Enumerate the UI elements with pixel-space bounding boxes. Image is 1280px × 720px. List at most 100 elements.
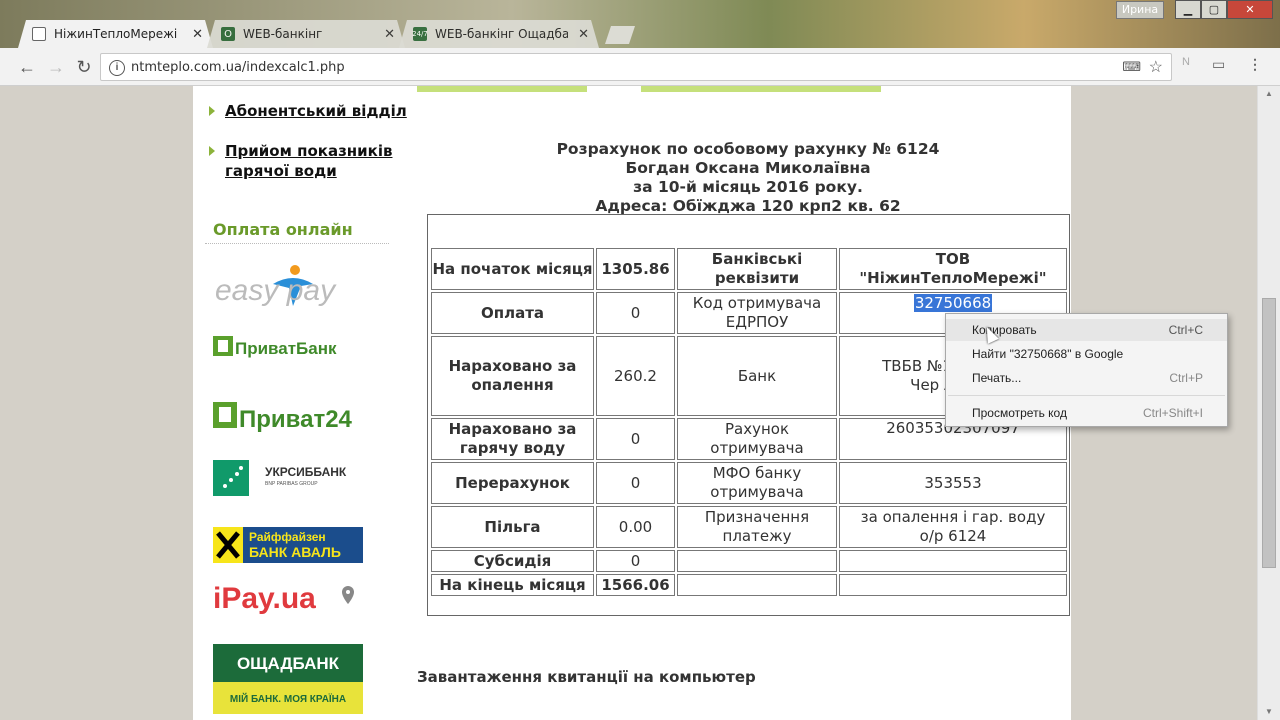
- easypay-text: easy pay: [215, 274, 337, 307]
- tab-nizhynteplomerezhi[interactable]: НіжинТеплоМережі ✕: [18, 20, 213, 48]
- close-window-button[interactable]: ✕: [1227, 0, 1273, 19]
- bank-aval-text: БАНК АВАЛЬ: [249, 544, 341, 560]
- online-payment-title: Оплата онлайн: [213, 220, 353, 239]
- row-label: На кінець місяця: [431, 574, 594, 596]
- ipay-logo[interactable]: iPay.ua: [213, 578, 363, 618]
- menu-item-hot-water-readings[interactable]: Прийом показників гарячої води: [207, 141, 397, 181]
- row-label: Оплата: [431, 292, 594, 334]
- info-icon[interactable]: i: [109, 60, 125, 76]
- bank-value: ТОВ "НіжинТеплоМережі": [839, 248, 1067, 290]
- close-tab-icon[interactable]: ✕: [192, 27, 203, 42]
- scroll-up-icon[interactable]: ▲: [1258, 86, 1280, 102]
- row-value: 1305.86: [596, 248, 675, 290]
- tab-web-banking-oschadbank[interactable]: 24/7 WEB-банкінг Ощадбанк ✕: [399, 20, 599, 48]
- reload-icon[interactable]: ↻: [73, 56, 95, 78]
- privatbank-logo[interactable]: ПриватБанк: [213, 334, 363, 358]
- row-value: 1566.06: [596, 574, 675, 596]
- ukrsibbank-text: УКРСИББАНК: [265, 465, 347, 479]
- summary-period: за 10-й місяць 2016 року.: [633, 178, 863, 196]
- table-row: Пільга 0.00 Призначення платежу за опале…: [431, 506, 1067, 548]
- table-row: На початок місяця 1305.86 Банківські рек…: [431, 248, 1067, 290]
- edrpou-code-selected[interactable]: 32750668: [913, 294, 993, 312]
- row-value: 0: [596, 292, 675, 334]
- summary-name: Богдан Оксана Миколаївна: [625, 159, 871, 177]
- menu-item-shortcut: Ctrl+P: [1169, 371, 1203, 385]
- menu-item-label: Прийом показників гарячої води: [225, 142, 393, 180]
- new-tab-button[interactable]: [605, 26, 635, 44]
- ipay-text: iPay.ua: [213, 582, 316, 615]
- row-value: 260.2: [596, 336, 675, 416]
- bank-value: за опалення і гар. воду о/р 6124: [839, 506, 1067, 548]
- account-summary: Розрахунок по особовому рахунку № 6124 Б…: [423, 140, 1073, 216]
- scrollbar-thumb[interactable]: [1262, 298, 1276, 568]
- menu-item-label: Абонентський відділ: [225, 102, 407, 120]
- context-search-google[interactable]: Найти "32750668" в Google: [946, 343, 1227, 365]
- scroll-down-icon[interactable]: ▼: [1258, 704, 1280, 720]
- menu-item-label: Найти "32750668" в Google: [972, 347, 1124, 361]
- raiffeisen-text: Райффайзен: [249, 530, 326, 544]
- context-print[interactable]: Печать... Ctrl+P: [946, 367, 1227, 389]
- url-text: ntmteplo.com.ua/indexcalc1.php: [131, 60, 345, 75]
- cast-icon[interactable]: ▭: [1212, 56, 1225, 73]
- tab-label: WEB-банкінг Ощадбанк: [435, 27, 569, 41]
- bank-label: Банк: [677, 336, 837, 416]
- tab-label: WEB-банкінг: [243, 27, 323, 41]
- forward-icon[interactable]: →: [45, 56, 67, 78]
- maximize-button[interactable]: ▢: [1201, 0, 1227, 19]
- download-receipt-link[interactable]: Завантаження квитанції на компьютер: [417, 668, 756, 686]
- menu-icon[interactable]: ⋮: [1248, 56, 1262, 73]
- oschadbank-logo[interactable]: ОЩАДБАНК МІЙ БАНК. МОЯ КРАЇНА: [213, 644, 363, 714]
- menu-item-label: Печать...: [972, 371, 1022, 385]
- easypay-logo[interactable]: easy pay: [213, 262, 363, 310]
- table-row: На кінець місяця 1566.06: [431, 574, 1067, 596]
- row-label: Нараховано за опалення: [431, 336, 594, 416]
- profile-button[interactable]: Ирина: [1116, 1, 1164, 19]
- table-row: Перерахунок 0 МФО банку отримувача 35355…: [431, 462, 1067, 504]
- bank-label: Рахунок отримувача: [677, 418, 837, 460]
- bank-label: МФО банку отримувача: [677, 462, 837, 504]
- privat24-logo[interactable]: Приват24: [213, 400, 365, 433]
- nav-bar-fragment: [641, 86, 881, 92]
- tab-web-banking[interactable]: O WEB-банкінг ✕: [207, 20, 405, 48]
- close-tab-icon[interactable]: ✕: [578, 27, 589, 42]
- bank-label: Код отримувача ЕДРПОУ: [677, 292, 837, 334]
- oschadbank-slogan: МІЙ БАНК. МОЯ КРАЇНА: [230, 692, 346, 705]
- menu-item-subscribers[interactable]: Абонентський відділ: [207, 101, 407, 121]
- bank-label: Банківські реквізити: [677, 248, 837, 290]
- row-value: 0: [596, 462, 675, 504]
- privat24-text: Приват24: [239, 406, 353, 432]
- summary-account: Розрахунок по особовому рахунку № 6124: [556, 140, 940, 158]
- translate-icon[interactable]: ⌨: [1122, 59, 1141, 75]
- menu-separator: [948, 395, 1225, 396]
- oschadbank-icon: O: [221, 27, 235, 41]
- row-value: 0: [596, 550, 675, 572]
- menu-item-shortcut: Ctrl+C: [1168, 323, 1203, 337]
- bullet-icon: [209, 146, 215, 156]
- vertical-scrollbar[interactable]: ▲ ▼: [1257, 86, 1280, 720]
- row-label: Субсидія: [431, 550, 594, 572]
- address-bar[interactable]: i ntmteplo.com.ua/indexcalc1.php ⌨ ☆: [100, 53, 1172, 81]
- page-icon: [32, 27, 46, 41]
- tab-label: НіжинТеплоМережі: [54, 27, 178, 41]
- close-tab-icon[interactable]: ✕: [384, 27, 395, 42]
- privatbank-text: ПриватБанк: [235, 339, 337, 358]
- back-icon[interactable]: ←: [16, 56, 38, 78]
- ukrsibbank-logo[interactable]: УКРСИББАНК BNP PARIBAS GROUP: [213, 458, 363, 498]
- bank-label: [677, 574, 837, 596]
- row-value: 0.00: [596, 506, 675, 548]
- raiffeisen-bank-aval-logo[interactable]: Райффайзен БАНК АВАЛЬ: [213, 527, 363, 563]
- row-label: Пільга: [431, 506, 594, 548]
- row-label: Перерахунок: [431, 462, 594, 504]
- menu-item-shortcut: Ctrl+Shift+I: [1142, 406, 1203, 420]
- minimize-button[interactable]: ▁: [1175, 0, 1201, 19]
- divider: [205, 243, 389, 244]
- extension-n-icon[interactable]: N: [1182, 56, 1190, 68]
- 24-7-icon: 24/7: [413, 27, 427, 41]
- bank-value: 353553: [839, 462, 1067, 504]
- context-inspect[interactable]: Просмотреть код Ctrl+Shift+I: [946, 402, 1227, 424]
- bank-value: [839, 574, 1067, 596]
- row-value: 0: [596, 418, 675, 460]
- bookmark-star-icon[interactable]: ☆: [1149, 57, 1163, 77]
- nav-bar-fragment: [417, 86, 587, 92]
- table-row: Субсидія 0: [431, 550, 1067, 572]
